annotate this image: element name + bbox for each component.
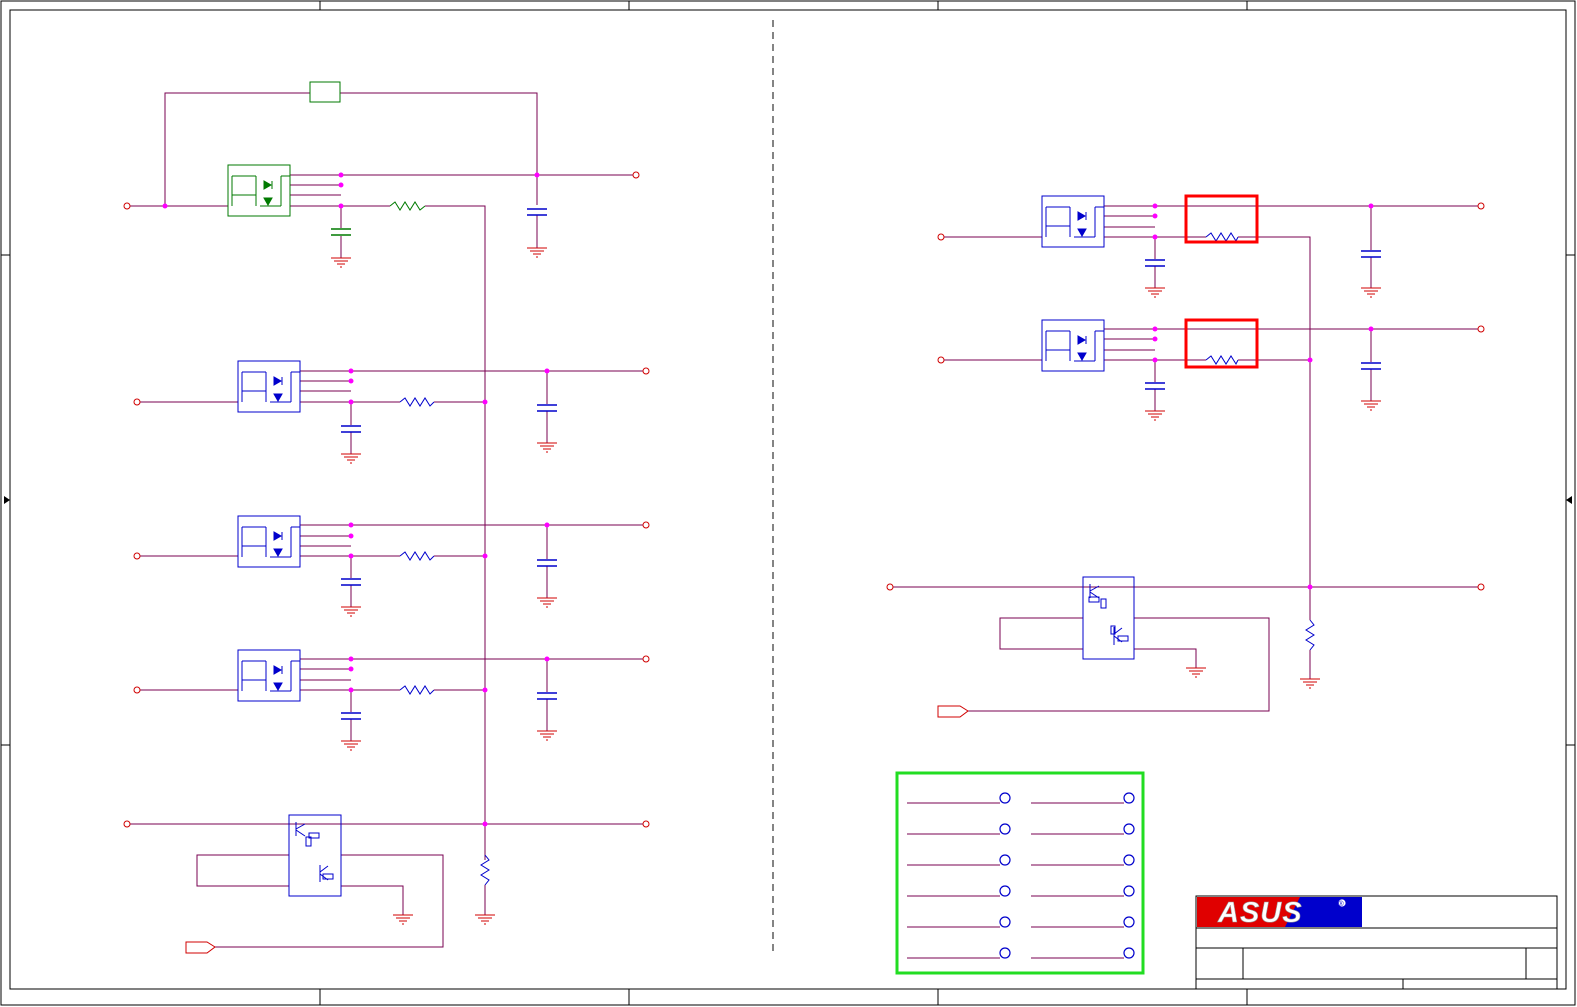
wires-block-5 [127, 823, 646, 948]
mosfet-blue-3 [237, 649, 301, 702]
zone-arrows [4, 496, 1572, 504]
regulator-ic [288, 814, 342, 897]
connection-port [886, 202, 1485, 591]
registered-mark: ® [1339, 900, 1345, 908]
test-points [999, 792, 1135, 959]
asus-logo: ASUS ® [1197, 897, 1362, 929]
connection-port [133, 367, 650, 694]
mosfet-blue-1 [237, 360, 301, 413]
capacitor-symbol [341, 404, 557, 720]
sheet-border [0, 0, 1576, 1006]
resistor-zigzag [389, 201, 426, 211]
ground-symbol [1144, 287, 1382, 689]
connection-port [123, 171, 640, 210]
fuse-component [309, 81, 341, 103]
capacitor-symbol [527, 208, 547, 216]
ground-symbol [392, 914, 496, 925]
capacitor-symbol [1145, 250, 1381, 390]
mosfet-green [227, 164, 291, 217]
junction-dots [1152, 203, 1374, 590]
wires-block-1 [127, 92, 636, 860]
capacitor-symbol [331, 228, 351, 236]
wires-block-2-4 [137, 370, 646, 741]
junction-dots [482, 821, 488, 827]
offpage-connector [185, 941, 216, 954]
wires-right [890, 205, 1481, 712]
schematic-sheet: ASUS ® [0, 0, 1576, 1006]
regulator-ic [1082, 576, 1135, 660]
mosfet-blue-4 [1041, 195, 1105, 248]
test-point-wires [907, 802, 1124, 959]
junction-dots [162, 172, 540, 209]
junction-dots [348, 368, 550, 693]
ground-symbol [340, 442, 558, 751]
offpage-connector [937, 705, 969, 718]
resistor-zigzag [399, 397, 435, 695]
ground-symbol [330, 247, 548, 268]
logo-text: ASUS [1217, 897, 1303, 929]
mosfet-blue-2 [237, 515, 301, 568]
mosfet-blue-5 [1041, 319, 1105, 372]
highlight-box-red [1184, 194, 1259, 369]
